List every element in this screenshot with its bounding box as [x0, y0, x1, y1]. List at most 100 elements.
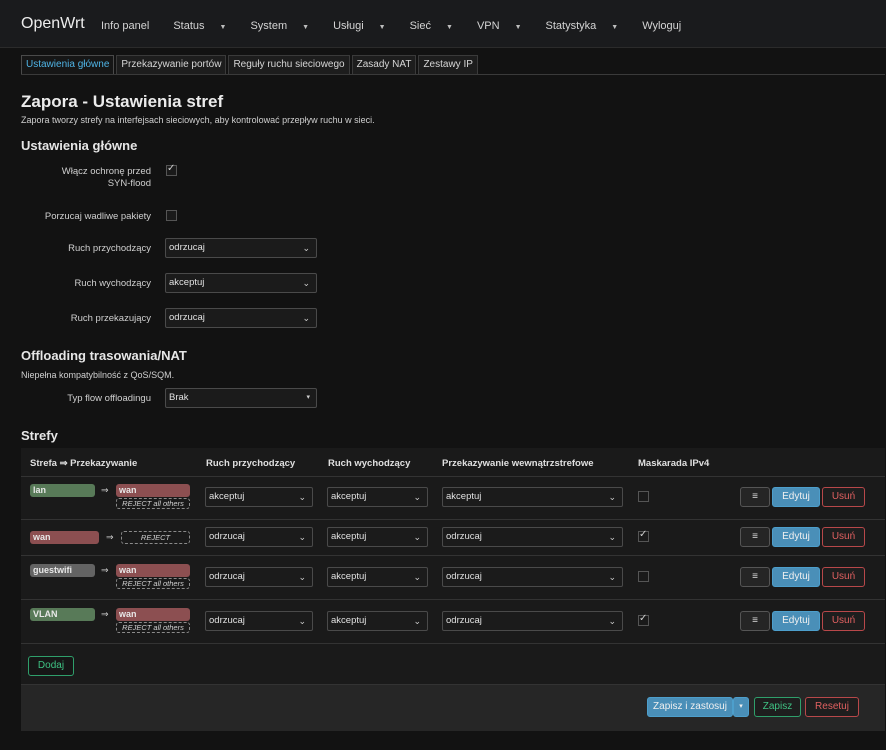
add-zone-button[interactable]: Dodaj	[28, 656, 74, 676]
zone-intra-select[interactable]: akceptuj ⌄	[442, 487, 623, 507]
save-button[interactable]: Zapisz	[754, 697, 801, 717]
table-divider	[21, 519, 885, 520]
table-divider	[21, 476, 885, 477]
table-divider	[21, 599, 885, 600]
chevron-down-icon: ⌄	[298, 572, 306, 582]
zone-badge-guestwifi: guestwifi	[30, 564, 95, 577]
forward-arrow: ⇒	[101, 609, 109, 619]
edit-button[interactable]: Edytuj	[772, 611, 820, 631]
top-navbar: OpenWrt Info panel Status ▼ System ▼ Usług…	[0, 0, 886, 48]
select-value: odrzucaj	[169, 312, 205, 323]
caret-down-icon: ▼	[302, 24, 310, 31]
select-value: akceptuj	[446, 491, 482, 502]
menu-info-panel[interactable]: Info panel	[101, 20, 161, 32]
select-value: odrzucaj	[169, 242, 205, 253]
zone-output-select[interactable]: akceptuj ⌄	[327, 567, 428, 587]
select-value: Brak	[169, 392, 189, 403]
menu-statistics[interactable]: Statystyka ▼	[546, 20, 631, 32]
general-settings-heading: Ustawienia główne	[21, 138, 138, 153]
menu-system[interactable]: System ▼	[250, 20, 321, 32]
drop-invalid-label: Porzucaj wadliwe pakiety	[44, 211, 151, 222]
delete-button[interactable]: Usuń	[822, 567, 865, 587]
delete-button[interactable]: Usuń	[822, 611, 865, 631]
zone-input-select[interactable]: odrzucaj ⌄	[205, 527, 313, 547]
tab-divider	[21, 74, 885, 75]
select-value: odrzucaj	[446, 615, 482, 626]
drop-invalid-checkbox[interactable]	[166, 210, 177, 221]
edit-button[interactable]: Edytuj	[772, 567, 820, 587]
save-apply-button[interactable]: Zapisz i zastosuj	[647, 697, 733, 717]
select-value: akceptuj	[331, 615, 367, 626]
zone-output-select[interactable]: akceptuj ⌄	[327, 611, 428, 631]
edit-button[interactable]: Edytuj	[772, 487, 820, 507]
chevron-down-icon: ⌄	[608, 616, 616, 626]
chevron-down-icon: ⌄	[298, 532, 306, 542]
zone-input-select[interactable]: akceptuj ⌄	[205, 487, 313, 507]
reject-others-note: REJECT all others	[116, 498, 190, 509]
select-value: odrzucaj	[209, 571, 245, 582]
caret-down-icon: ▼	[611, 24, 619, 31]
zone-output-select[interactable]: akceptuj ⌄	[327, 527, 428, 547]
caret-icon: ▾	[306, 394, 310, 401]
output-policy-select[interactable]: akceptuj ⌄	[165, 273, 317, 293]
menu-label: Status	[173, 20, 205, 32]
zone-output-select[interactable]: akceptuj ⌄	[327, 487, 428, 507]
masq-checkbox[interactable]	[638, 529, 649, 542]
select-value: akceptuj	[169, 277, 205, 288]
tab-general-settings[interactable]: Ustawienia główne	[21, 55, 115, 75]
menu-status[interactable]: Status ▼	[173, 20, 238, 32]
forward-arrow: ⇒	[106, 532, 114, 542]
zone-intra-select[interactable]: odrzucaj ⌄	[442, 567, 623, 587]
select-value: odrzucaj	[209, 615, 245, 626]
caret-down-icon: ▼	[446, 24, 453, 31]
row-menu-icon[interactable]: ≡	[740, 527, 770, 547]
zone-input-select[interactable]: odrzucaj ⌄	[205, 567, 313, 587]
masq-checkbox[interactable]	[638, 571, 649, 582]
synflood-checkbox[interactable]	[166, 163, 177, 176]
masq-checkbox[interactable]	[638, 613, 649, 626]
menu-label: Wyloguj	[642, 20, 682, 32]
tab-ip-sets[interactable]: Zestawy IP	[418, 55, 478, 75]
col-header-zone: Strefa ⇒ Przekazywanie	[30, 458, 138, 469]
caret-down-icon: ▼	[378, 24, 386, 31]
masq-checkbox[interactable]	[638, 491, 649, 502]
menu-services[interactable]: Usługi ▼	[333, 20, 398, 32]
zone-badge-vlan: VLAN	[30, 608, 95, 621]
menu-vpn[interactable]: VPN ▼	[477, 20, 534, 32]
delete-button[interactable]: Usuń	[822, 527, 865, 547]
offload-type-select[interactable]: Brak ▾	[165, 388, 317, 408]
chevron-down-icon: ⌄	[413, 532, 421, 542]
edit-button[interactable]: Edytuj	[772, 527, 820, 547]
menu-logout[interactable]: Wyloguj	[642, 20, 693, 32]
chevron-down-icon: ⌄	[298, 616, 306, 626]
col-header-input: Ruch przychodzący	[206, 458, 296, 469]
caret-down-icon: ▼	[514, 24, 522, 31]
brand-logo[interactable]: OpenWrt	[21, 15, 85, 33]
menu-network[interactable]: Sieć ▼	[410, 20, 465, 32]
zone-badge-wan: wan	[30, 531, 99, 544]
select-value: odrzucaj	[446, 571, 482, 582]
synflood-label-line2: SYN-flood	[107, 178, 151, 189]
tab-nat-rules[interactable]: Zasady NAT	[351, 55, 417, 75]
row-menu-icon[interactable]: ≡	[740, 611, 770, 631]
caret-down-icon: ▼	[219, 24, 227, 31]
menu-label: System	[250, 20, 288, 32]
dest-zone-wan: wan	[116, 484, 190, 497]
zone-intra-select[interactable]: odrzucaj ⌄	[442, 527, 623, 547]
col-header-output: Ruch wychodzący	[328, 458, 411, 469]
save-apply-dropdown-icon[interactable]: ▾	[733, 697, 749, 717]
page-title: Zapora - Ustawienia stref	[21, 92, 224, 111]
reset-button[interactable]: Resetuj	[805, 697, 859, 717]
offloading-heading: Offloading trasowania/NAT	[21, 348, 187, 363]
forward-policy-select[interactable]: odrzucaj ⌄	[165, 308, 317, 328]
zone-input-select[interactable]: odrzucaj ⌄	[205, 611, 313, 631]
row-menu-icon[interactable]: ≡	[740, 487, 770, 507]
input-policy-select[interactable]: odrzucaj ⌄	[165, 238, 317, 258]
tab-port-forwards[interactable]: Przekazywanie portów	[116, 55, 227, 75]
zone-intra-select[interactable]: odrzucaj ⌄	[442, 611, 623, 631]
chevron-down-icon: ⌄	[298, 492, 306, 502]
synflood-label-line1: Włącz ochronę przed	[61, 166, 151, 177]
row-menu-icon[interactable]: ≡	[740, 567, 770, 587]
delete-button[interactable]: Usuń	[822, 487, 865, 507]
tab-traffic-rules[interactable]: Reguły ruchu sieciowego	[228, 55, 350, 75]
